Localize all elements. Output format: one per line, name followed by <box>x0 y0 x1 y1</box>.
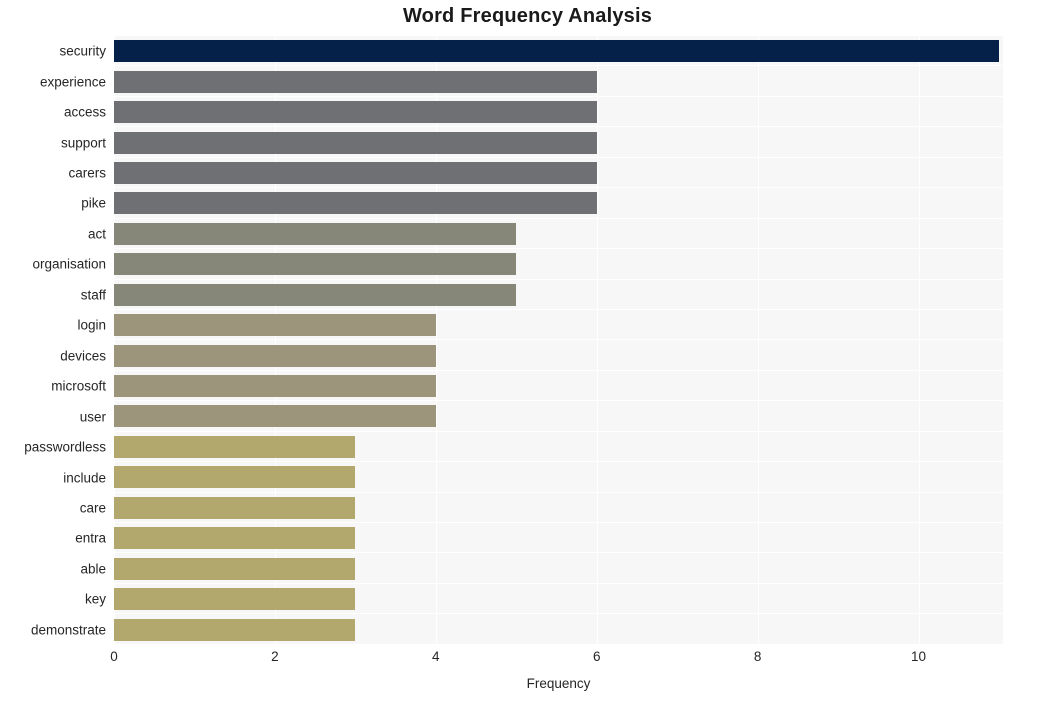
bar-row[interactable] <box>114 493 1003 523</box>
bar[interactable] <box>114 527 356 550</box>
y-axis-tick-label: act <box>87 226 106 242</box>
y-axis-tick-label: passwordless <box>24 439 106 455</box>
bar[interactable] <box>114 466 356 489</box>
bar-row[interactable] <box>114 127 1003 158</box>
y-axis-tick-label: security <box>59 43 106 59</box>
y-axis-tick-label: experience <box>39 73 106 89</box>
bar[interactable] <box>114 161 597 184</box>
y-axis-tick-label: key <box>84 591 106 607</box>
y-axis-tick-label: microsoft <box>51 378 106 394</box>
x-axis-tick-label: 8 <box>753 649 762 664</box>
bar-row[interactable] <box>114 66 1003 97</box>
bar[interactable] <box>114 496 356 519</box>
bar[interactable] <box>114 314 436 337</box>
bar-row[interactable] <box>114 401 1003 432</box>
bar-rows <box>114 36 1003 645</box>
plot-area <box>114 36 1003 645</box>
word-frequency-bar-chart: Word Frequency Analysis security experien… <box>0 0 1055 701</box>
y-axis-tick-label: organisation <box>32 256 106 272</box>
bar-row[interactable] <box>114 462 1003 493</box>
chart-title: Word Frequency Analysis <box>402 5 653 27</box>
bar-row[interactable] <box>114 188 1003 219</box>
bar-row[interactable] <box>114 219 1003 250</box>
row-separator <box>114 643 1003 645</box>
x-axis-tick-label: 2 <box>271 649 279 664</box>
y-axis-tick-label: demonstrate <box>30 622 106 638</box>
y-axis-tick-label: include <box>63 469 106 485</box>
y-axis-tick-label: carers <box>68 165 106 181</box>
y-axis-tick-label: care <box>79 500 106 516</box>
bar-row[interactable] <box>114 340 1003 371</box>
bar[interactable] <box>114 405 436 428</box>
bar[interactable] <box>114 618 356 641</box>
x-axis-tick-label: 4 <box>432 649 440 664</box>
bar-row[interactable] <box>114 310 1003 341</box>
bar-row[interactable] <box>114 614 1003 645</box>
bar-row[interactable] <box>114 36 1003 67</box>
x-axis-tick-label: 6 <box>592 649 601 664</box>
bar[interactable] <box>114 192 597 215</box>
bar-row[interactable] <box>114 158 1003 189</box>
x-axis-tick-label: 10 <box>911 649 927 664</box>
bar-row[interactable] <box>114 432 1003 463</box>
y-axis-tick-label: access <box>63 104 106 120</box>
bar[interactable] <box>114 283 517 306</box>
y-axis-tick-label: login <box>77 317 106 333</box>
y-axis-tick-label: entra <box>75 530 106 546</box>
bar[interactable] <box>114 101 597 124</box>
y-axis-tick-label: able <box>80 561 106 577</box>
y-axis-tick-label: support <box>60 134 106 150</box>
bar[interactable] <box>114 40 999 63</box>
bar[interactable] <box>114 557 356 580</box>
x-axis-tick-labels: 0 2 4 6 8 10 <box>110 649 1003 670</box>
bar-row[interactable] <box>114 97 1003 128</box>
y-axis-tick-label: devices <box>60 347 106 363</box>
bar[interactable] <box>114 435 356 458</box>
x-axis-tick-label: 0 <box>110 649 118 664</box>
bar[interactable] <box>114 222 517 245</box>
bar[interactable] <box>114 588 356 611</box>
y-axis-tick-labels: security experience access support carers pik… <box>0 36 106 645</box>
bar-row[interactable] <box>114 553 1003 584</box>
bar-row[interactable] <box>114 371 1003 402</box>
x-axis-title: Frequency <box>526 676 591 691</box>
y-axis-tick-label: user <box>79 408 106 424</box>
bar[interactable] <box>114 253 517 276</box>
y-axis-tick-label: pike <box>81 195 106 211</box>
bar[interactable] <box>114 131 597 154</box>
bar-row[interactable] <box>114 523 1003 554</box>
bar-row[interactable] <box>114 280 1003 310</box>
bar-row[interactable] <box>114 249 1003 280</box>
y-axis-tick-label: staff <box>80 287 106 303</box>
bar[interactable] <box>114 375 436 398</box>
bar[interactable] <box>114 70 597 93</box>
bar-row[interactable] <box>114 584 1003 615</box>
bar[interactable] <box>114 344 436 367</box>
